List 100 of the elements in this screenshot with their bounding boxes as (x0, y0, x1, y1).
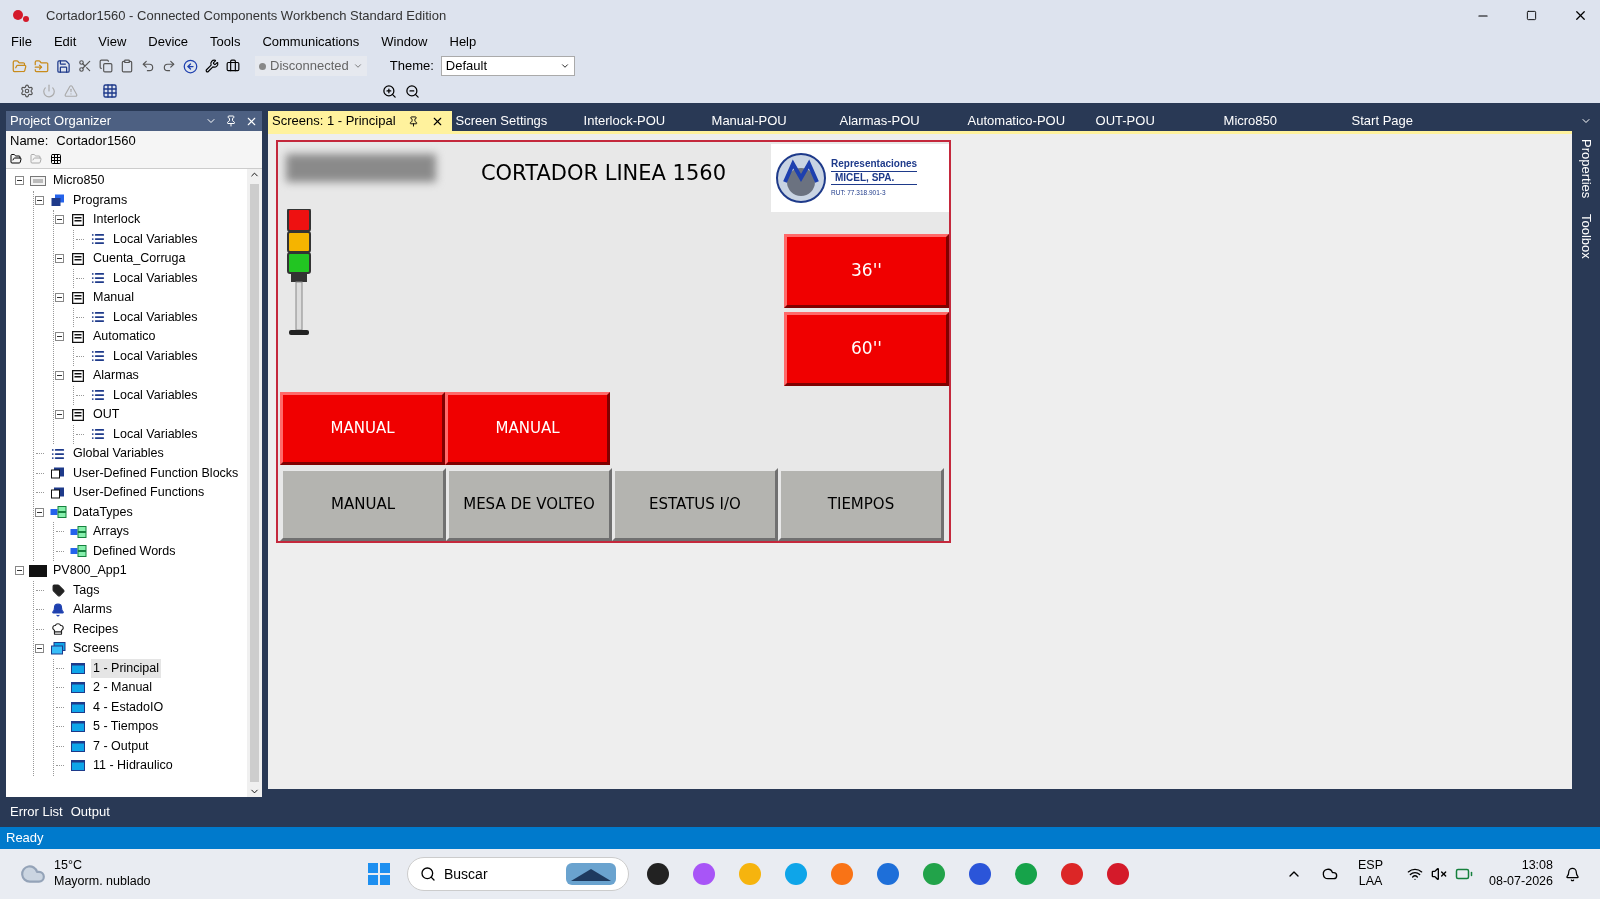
bottom-tab[interactable]: Error List (10, 802, 63, 822)
clock-date[interactable]: 08-07-2026 (1489, 874, 1553, 890)
redo-icon[interactable] (162, 59, 176, 73)
menu-item[interactable]: Tools (205, 32, 246, 52)
taskbar-app-icon[interactable] (645, 861, 671, 887)
zoom-out-icon[interactable] (405, 83, 420, 99)
hmi-button[interactable]: ESTATUS I/O (612, 468, 778, 541)
collapse-toggle[interactable] (55, 332, 64, 342)
tree-item[interactable]: Tags (71, 580, 102, 600)
tree-item[interactable]: Micro850 (51, 171, 107, 191)
clock-time[interactable]: 13:08 (1521, 858, 1553, 874)
document-tab[interactable]: Interlock-POU (579, 111, 708, 131)
theme-dropdown[interactable]: Default (440, 56, 575, 76)
document-tab[interactable]: Automatico-POU (963, 111, 1092, 131)
pin-icon[interactable] (407, 115, 419, 127)
tree-item[interactable]: 1 - Principal (91, 658, 161, 678)
collapse-toggle[interactable] (15, 566, 24, 576)
wrench-icon[interactable] (205, 59, 219, 73)
paste-icon[interactable] (120, 59, 134, 73)
pin-icon[interactable] (225, 115, 237, 127)
collapse-toggle[interactable] (35, 644, 44, 654)
collapse-toggle[interactable] (55, 254, 64, 264)
notification-icon[interactable] (1565, 866, 1580, 882)
tree-item[interactable]: Programs (71, 190, 130, 210)
tree-item[interactable]: Cuenta_Corruga (91, 249, 188, 269)
restore-icon[interactable] (1526, 10, 1537, 21)
tree-item[interactable]: Interlock (91, 210, 143, 230)
zoom-in-icon[interactable] (382, 83, 397, 99)
document-tab[interactable]: Start Page (1347, 111, 1476, 131)
menu-item[interactable]: File (6, 32, 37, 52)
tree-item[interactable]: Arrays (91, 522, 132, 542)
search-field[interactable]: Buscar (407, 857, 629, 891)
menu-item[interactable]: Help (444, 32, 482, 52)
tree-item[interactable]: User-Defined Function Blocks (71, 463, 241, 483)
start-icon[interactable] (367, 862, 391, 886)
hmi-button[interactable]: TIEMPOS (778, 468, 944, 541)
tree-item[interactable]: Local Variables (111, 229, 200, 249)
hmi-button[interactable]: 36'' (784, 234, 949, 308)
document-tab[interactable]: Alarmas-POU (835, 111, 964, 131)
hmi-button[interactable]: MESA DE VOLTEO (446, 468, 612, 541)
collapse-toggle[interactable] (15, 176, 24, 186)
document-tab[interactable]: Micro850 (1219, 111, 1348, 131)
tree-item[interactable]: Recipes (71, 619, 121, 639)
grid-icon[interactable] (102, 83, 118, 99)
tree-item[interactable]: 2 - Manual (91, 678, 155, 698)
bottom-tab[interactable]: Output (70, 802, 110, 822)
connection-dropdown[interactable]: Disconnected (255, 56, 367, 76)
onedrive-icon[interactable] (1322, 866, 1339, 882)
menu-item[interactable]: View (93, 32, 132, 52)
tree-item[interactable]: Local Variables (111, 385, 200, 405)
tree-item[interactable]: Local Variables (111, 346, 200, 366)
collapse-toggle[interactable] (35, 195, 44, 205)
tree-item[interactable]: PV800_App1 (51, 561, 129, 581)
tree-item[interactable]: Alarmas (91, 366, 141, 386)
back-icon[interactable] (183, 58, 198, 74)
tree-item[interactable]: DataTypes (71, 502, 135, 522)
menu-item[interactable]: Window (376, 32, 433, 52)
save-icon[interactable] (56, 58, 71, 74)
tree-item[interactable]: Local Variables (111, 424, 200, 444)
tree-item[interactable]: 5 - Tiempos (91, 717, 161, 737)
tree-item[interactable]: Alarms (71, 600, 114, 620)
tree-item[interactable]: Local Variables (111, 307, 200, 327)
keyboard-layout[interactable]: LAA (1358, 874, 1383, 890)
toolbox-icon[interactable] (226, 59, 240, 73)
tree-item[interactable]: 4 - EstadoIO (91, 697, 166, 717)
collapse-toggle[interactable] (55, 215, 64, 225)
document-tab[interactable]: Manual-POU (707, 111, 836, 131)
wifi-icon[interactable] (1407, 866, 1424, 882)
hmi-button[interactable]: MANUAL (280, 392, 445, 465)
menu-item[interactable]: Communications (257, 32, 365, 52)
tree-item[interactable]: 7 - Output (91, 736, 151, 756)
hmi-button[interactable]: MANUAL (280, 468, 446, 541)
menu-item[interactable]: Edit (48, 32, 82, 52)
tree-item[interactable]: User-Defined Functions (71, 483, 207, 503)
scrollbar[interactable] (247, 169, 262, 797)
document-tab[interactable]: OUT-POU (1091, 111, 1220, 131)
document-tab[interactable]: Screens: 1 - Principal (268, 111, 452, 131)
tree-item[interactable]: 11 - Hidraulico (91, 756, 175, 776)
hmi-button[interactable]: 60'' (784, 312, 949, 386)
close-icon[interactable] (1573, 8, 1588, 23)
tree-item[interactable]: Defined Words (91, 541, 178, 561)
document-tab[interactable]: Screen Settings (451, 111, 580, 131)
tree-item[interactable]: Automatico (91, 327, 158, 347)
collapse-toggle[interactable] (55, 371, 64, 381)
collapse-toggle[interactable] (55, 293, 64, 303)
collapse-toggle[interactable] (55, 410, 64, 420)
tree-item[interactable]: Global Variables (71, 444, 166, 464)
menu-item[interactable]: Device (143, 32, 194, 52)
tree-item[interactable]: Local Variables (111, 268, 200, 288)
side-panel-tab[interactable]: Toolbox (1576, 214, 1596, 260)
tree-item[interactable]: Manual (91, 288, 136, 308)
undo-icon[interactable] (141, 59, 155, 73)
collapse-toggle[interactable] (35, 507, 44, 517)
copy-icon[interactable] (99, 59, 113, 73)
hmi-button[interactable]: MANUAL (445, 392, 610, 465)
cut-icon[interactable] (78, 59, 92, 73)
language-indicator[interactable]: ESP (1358, 858, 1384, 874)
tree-item[interactable]: OUT (91, 405, 122, 425)
mute-icon[interactable] (1431, 866, 1448, 882)
tree-item[interactable]: Screens (71, 639, 121, 659)
